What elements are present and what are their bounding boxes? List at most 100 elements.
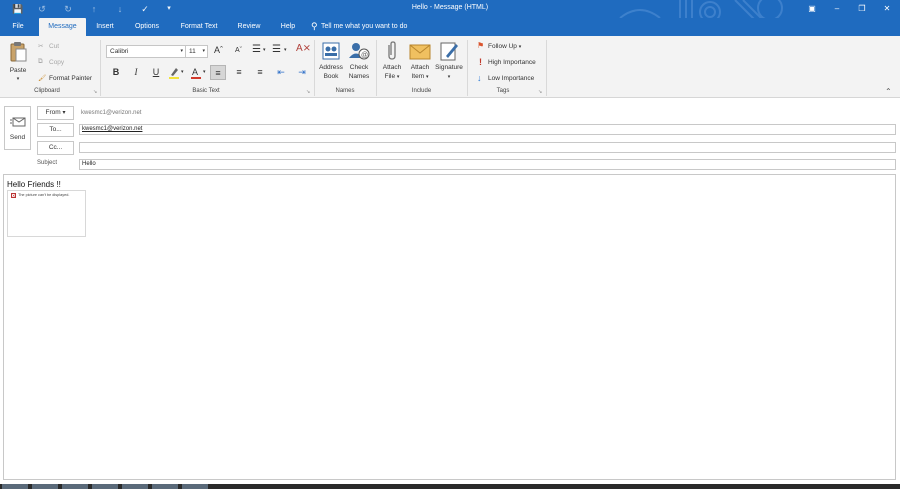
subject-field[interactable]: Hello <box>79 159 896 170</box>
lightbulb-icon: ⚲ <box>311 21 318 31</box>
format-painter-icon[interactable]: 🖌 <box>38 74 46 82</box>
customize-qat-icon[interactable]: ▾ <box>163 3 175 15</box>
taskbar-item[interactable] <box>182 484 208 489</box>
font-size-combo[interactable]: 11 ▾ <box>185 45 208 58</box>
high-importance-icon[interactable]: ! <box>479 57 482 67</box>
tab-format-text[interactable]: Format Text <box>176 18 222 36</box>
subject-label: Subject <box>37 160 58 166</box>
check-names-button[interactable]: @ Check Names <box>345 39 373 85</box>
font-dropdown-icon[interactable]: ▾ <box>180 46 183 57</box>
signature-icon <box>440 42 458 61</box>
taskbar-item[interactable] <box>152 484 178 489</box>
image-error-text: The picture can't be displayed. <box>18 193 70 197</box>
attach-item-button[interactable]: Attach Item ▾ <box>406 39 434 85</box>
tab-help[interactable]: Help <box>277 18 299 36</box>
highlight-icon[interactable] <box>168 65 180 80</box>
include-group-label: Include <box>411 88 432 94</box>
save-icon[interactable]: 💾 <box>12 3 24 15</box>
close-icon[interactable]: ✕ <box>880 2 894 16</box>
to-recipient[interactable]: kwesmc1@verizon.net <box>82 126 142 132</box>
clear-formatting-icon[interactable]: A⨯ <box>296 43 311 54</box>
font-size-dropdown-icon[interactable]: ▾ <box>202 46 205 57</box>
broken-image-placeholder[interactable]: ✕ The picture can't be displayed. <box>7 190 86 237</box>
bullets-dropdown-icon[interactable]: ▾ <box>263 47 266 53</box>
group-divider <box>100 40 101 96</box>
copy-button[interactable]: Copy <box>49 59 64 66</box>
bullets-icon[interactable]: ☰ <box>252 44 261 55</box>
align-center-button[interactable]: ≡ <box>231 65 247 80</box>
check-icon[interactable]: ✓ <box>139 3 151 15</box>
attach-file-dropdown-icon[interactable]: ▾ <box>397 74 400 80</box>
paste-dropdown-icon[interactable]: ▾ <box>4 75 32 83</box>
align-left-button[interactable]: ≡ <box>210 65 226 80</box>
minimize-icon[interactable]: – <box>830 2 844 16</box>
highlight-dropdown-icon[interactable]: ▾ <box>181 69 184 75</box>
next-item-icon[interactable]: ↓ <box>114 3 126 15</box>
collapse-ribbon-icon[interactable]: ⌃ <box>885 87 892 96</box>
send-button[interactable]: Send <box>4 106 31 150</box>
increase-indent-icon[interactable]: ⇥ <box>294 65 310 80</box>
tab-insert[interactable]: Insert <box>90 18 120 36</box>
clipboard-launcher-icon[interactable]: ↘ <box>93 89 97 95</box>
font-color-icon[interactable]: A <box>190 65 202 80</box>
restore-ribbon-icon[interactable]: ▣ <box>805 2 819 16</box>
tell-me-search[interactable]: Tell me what you want to do <box>321 23 407 30</box>
body-greeting[interactable]: Hello Friends !! <box>7 180 61 189</box>
high-importance-button[interactable]: High Importance <box>488 59 536 66</box>
taskbar-item[interactable] <box>62 484 88 489</box>
tab-review[interactable]: Review <box>234 18 264 36</box>
tab-message[interactable]: Message <box>39 18 86 36</box>
bold-button[interactable]: B <box>108 65 124 80</box>
subject-value: Hello <box>82 161 96 167</box>
check-names-label-1: Check <box>349 64 369 71</box>
shrink-font-icon[interactable]: Aˇ <box>235 47 242 54</box>
tab-options[interactable]: Options <box>130 18 164 36</box>
taskbar <box>0 484 900 489</box>
numbering-dropdown-icon[interactable]: ▾ <box>284 47 287 53</box>
taskbar-item[interactable] <box>32 484 58 489</box>
redo-icon[interactable]: ↻ <box>62 3 74 15</box>
format-painter-button[interactable]: Format Painter <box>49 75 92 82</box>
attach-file-button[interactable]: Attach File ▾ <box>379 39 405 85</box>
follow-up-flag-icon[interactable]: ⚑ <box>477 41 484 50</box>
grow-font-icon[interactable]: Aˆ <box>214 45 223 55</box>
taskbar-item[interactable] <box>122 484 148 489</box>
low-importance-icon[interactable]: ↓ <box>477 73 482 83</box>
undo-icon[interactable]: ↺ <box>36 3 48 15</box>
from-button[interactable]: From ▾ <box>37 106 74 120</box>
previous-item-icon[interactable]: ↑ <box>88 3 100 15</box>
copy-icon[interactable]: ⧉ <box>38 58 43 66</box>
to-field[interactable]: kwesmc1@verizon.net <box>79 124 896 135</box>
tab-file[interactable]: File <box>4 18 32 36</box>
numbering-icon[interactable]: ☰ <box>272 44 281 55</box>
taskbar-item[interactable] <box>2 484 28 489</box>
group-divider <box>314 40 315 96</box>
signature-dropdown-icon[interactable]: ▾ <box>434 73 464 81</box>
maximize-icon[interactable]: ❐ <box>855 2 869 16</box>
taskbar-item[interactable] <box>92 484 118 489</box>
message-body[interactable]: Hello Friends !! ✕ The picture can't be … <box>3 174 896 480</box>
to-button[interactable]: To... <box>37 123 74 137</box>
paste-label: Paste <box>9 67 27 74</box>
title-bar: 💾 ↺ ↻ ↑ ↓ ✓ ▾ Hello - Message (HTML) ▣ –… <box>0 0 900 23</box>
cut-icon[interactable]: ✂ <box>38 42 43 50</box>
font-color-dropdown-icon[interactable]: ▾ <box>203 69 206 75</box>
signature-button[interactable]: Signature ▾ <box>434 39 464 85</box>
attach-item-dropdown-icon[interactable]: ▾ <box>426 74 429 80</box>
follow-up-button[interactable]: Follow Up ▾ <box>488 43 521 50</box>
cut-button[interactable]: Cut <box>49 43 59 50</box>
attach-file-label-1: Attach <box>382 64 402 71</box>
attach-item-label-2: Item ▾ <box>411 73 429 80</box>
address-book-button[interactable]: Address Book <box>317 39 345 85</box>
cc-field[interactable] <box>79 142 896 153</box>
align-right-button[interactable]: ≡ <box>252 65 268 80</box>
paste-button[interactable]: Paste ▾ <box>4 39 32 85</box>
font-name-combo[interactable]: Calibri ▾ <box>106 45 186 58</box>
tags-launcher-icon[interactable]: ↘ <box>538 89 542 95</box>
underline-button[interactable]: U <box>148 65 164 80</box>
low-importance-button[interactable]: Low Importance <box>488 75 534 82</box>
italic-button[interactable]: I <box>128 65 144 80</box>
decrease-indent-icon[interactable]: ⇤ <box>273 65 289 80</box>
cc-button[interactable]: Cc... <box>37 141 74 155</box>
basic-text-launcher-icon[interactable]: ↘ <box>306 89 310 95</box>
